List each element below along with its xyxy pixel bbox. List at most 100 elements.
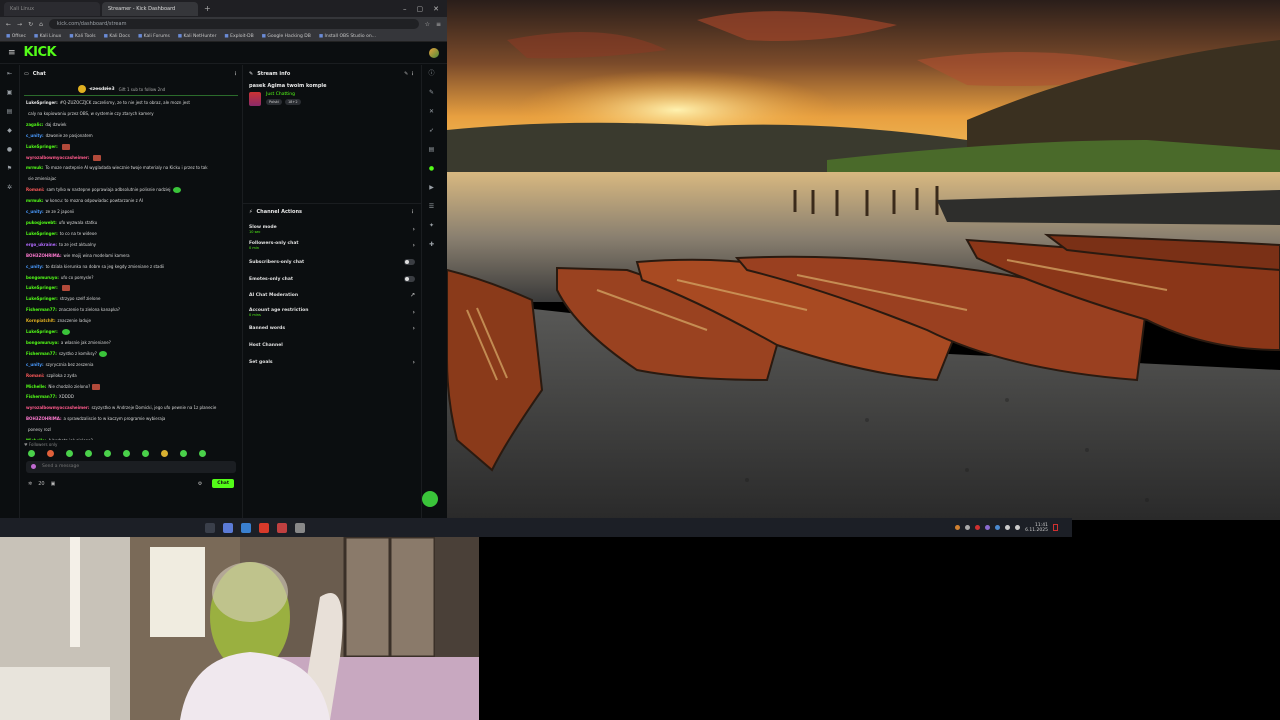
chat-username[interactable]: bongomuruyo:: [26, 275, 59, 280]
toggle-switch[interactable]: [404, 259, 415, 266]
maximize-icon[interactable]: ▢: [417, 5, 424, 13]
chat-message[interactable]: Fisherman77: XDDDD: [24, 392, 238, 403]
channel-action-row[interactable]: Emotes-only chat: [249, 271, 415, 288]
network-icon[interactable]: [1005, 525, 1011, 530]
collapse-icon[interactable]: ⇤: [7, 71, 13, 77]
chat-message[interactable]: LukeSpringer:: [24, 327, 238, 338]
channel-action-row[interactable]: Set goals ›: [249, 354, 415, 371]
files-icon[interactable]: [223, 522, 233, 533]
gift-icon[interactable]: ▣: [51, 481, 56, 487]
minimize-icon[interactable]: –: [403, 5, 407, 13]
chat-username[interactable]: LukeSpringer:: [26, 285, 58, 290]
toggle-switch[interactable]: [404, 276, 415, 283]
tray-icon[interactable]: [955, 525, 961, 530]
chat-message[interactable]: Fisherman77: znaczenie to zielona kanapka…: [24, 305, 238, 316]
chat-username[interactable]: Fisherman77:: [26, 307, 57, 312]
tray-icon[interactable]: [985, 525, 991, 530]
pencil-icon[interactable]: ✎: [429, 90, 435, 96]
close-icon[interactable]: ✕: [433, 5, 439, 13]
emote-icon[interactable]: [180, 449, 187, 457]
app-icon[interactable]: [205, 522, 215, 533]
chat-message[interactable]: c_unity: ze ze 2 japonii: [24, 207, 238, 218]
record-icon[interactable]: [259, 522, 269, 533]
chat-message[interactable]: caly na kopiowaniu przez OBS, w systemie…: [24, 109, 238, 120]
chat-username[interactable]: Fisherman77:: [26, 351, 57, 356]
address-input[interactable]: kick.com/dashboard/stream: [48, 19, 419, 29]
chat-message[interactable]: c_unity: szyrycznia bez zeszenia: [24, 360, 238, 371]
chat-username[interactable]: zagalic:: [26, 122, 43, 127]
browser-tab[interactable]: Kali Linux: [4, 1, 100, 16]
chat-username[interactable]: Fisherman77:: [26, 394, 57, 399]
chat-icon[interactable]: ▤: [7, 109, 13, 115]
kick-logo[interactable]: KICK: [24, 45, 57, 60]
chat-username[interactable]: pukoqjowebt:: [26, 220, 57, 225]
chevron-right-icon[interactable]: ›: [413, 309, 415, 316]
shield-icon[interactable]: ◆: [7, 128, 13, 134]
channel-action-row[interactable]: Followers-only chat 0 min ›: [249, 238, 415, 255]
bookmark[interactable]: Kali Linux: [34, 34, 62, 39]
channel-action-row[interactable]: Slow mode 10 sec ›: [249, 221, 415, 238]
menu-icon[interactable]: ≡: [436, 21, 441, 28]
edit-icon[interactable]: ✎ ⋮: [404, 71, 415, 77]
chat-username[interactable]: LukeSpringer:: [26, 231, 58, 236]
chat-message[interactable]: bongomuruyo: a wlasnie jak zmieniane?: [24, 338, 238, 349]
chat-message[interactable]: sie zmieniajac: [24, 174, 238, 185]
chat-message[interactable]: BOH3ZOHRIMA: wie mojij wina modelami kame…: [24, 251, 238, 262]
chevron-right-icon[interactable]: ›: [413, 242, 415, 249]
chat-username[interactable]: wyrozalbowmyoccasheimer:: [26, 155, 89, 160]
emote-icon[interactable]: [85, 449, 92, 457]
star-icon[interactable]: ☆: [425, 21, 430, 28]
hamburger-icon[interactable]: ≡: [8, 48, 16, 58]
chat-message[interactable]: LukeSpringer: #Q-ZUZOCZJCK zaczelismy, ze…: [24, 98, 238, 109]
more-icon[interactable]: ⋮: [233, 71, 238, 77]
chat-message[interactable]: LukeSpringer:: [24, 142, 238, 153]
channel-action-row[interactable]: AI Chat Moderation ↗: [249, 287, 415, 304]
emote-icon[interactable]: [123, 449, 130, 457]
bookmark[interactable]: Google Hacking DB: [262, 34, 310, 39]
list-icon[interactable]: ☰: [429, 204, 435, 210]
chat-message[interactable]: wyrozalbowmyoccasheimer:: [24, 153, 238, 164]
emote-icon[interactable]: [28, 449, 35, 457]
browser-tab-active[interactable]: Streamer - Kick Dashboard: [102, 1, 198, 16]
tools-icon[interactable]: ✦: [429, 223, 435, 229]
chat-message[interactable]: LukeSpringer:: [24, 283, 238, 294]
user-icon[interactable]: ●: [7, 147, 13, 153]
tray-icon[interactable]: [995, 525, 1001, 530]
emote-icon[interactable]: [66, 449, 73, 457]
home-icon[interactable]: ⌂: [39, 21, 43, 28]
gear-icon[interactable]: ✲: [7, 185, 13, 191]
gear-icon[interactable]: ⚙: [198, 481, 202, 487]
chat-message[interactable]: ergo_ukraine: to ze jest aktualny: [24, 240, 238, 251]
pin-icon[interactable]: ➶: [429, 128, 435, 134]
chat-username[interactable]: LukeSpringer:: [26, 296, 58, 301]
forward-icon[interactable]: →: [17, 21, 22, 28]
chat-username[interactable]: ergo_ukraine:: [26, 242, 57, 247]
chat-username[interactable]: c_unity:: [26, 209, 44, 214]
back-icon[interactable]: ←: [6, 21, 11, 28]
obs-icon[interactable]: [295, 522, 305, 533]
chat-username[interactable]: bongomuruyo:: [26, 340, 59, 345]
chat-username[interactable]: c_unity:: [26, 264, 44, 269]
reload-icon[interactable]: ↻: [28, 21, 33, 28]
info-icon[interactable]: ⓘ: [429, 71, 435, 77]
circle-icon[interactable]: ●: [429, 166, 435, 172]
bookmark[interactable]: Kali Tools: [69, 34, 96, 39]
chat-message[interactable]: ponesy rozl: [24, 425, 238, 436]
chat-username[interactable]: LukeSpringer:: [26, 329, 58, 334]
bookmark[interactable]: Offsec: [6, 34, 26, 39]
chat-username[interactable]: wyrozalbowmyoccasheimer:: [26, 405, 89, 410]
channel-action-row[interactable]: Banned words ›: [249, 321, 415, 338]
tray-icon[interactable]: [975, 525, 981, 530]
bookmark[interactable]: Exploit-DB: [224, 34, 254, 39]
tray-icon[interactable]: [965, 525, 971, 530]
chat-username[interactable]: mrmuk:: [26, 198, 43, 203]
chat-username[interactable]: Michelle:: [26, 384, 46, 389]
avatar[interactable]: [429, 47, 439, 58]
chat-message[interactable]: zagalic: daj dzwiek: [24, 120, 238, 131]
chat-username[interactable]: c_unity:: [26, 133, 44, 138]
pinned-message[interactable]: c̶ze̶s̶dz̶i̶e̶3 Gift 1 sub to follow 2nd: [78, 85, 238, 93]
bookmark[interactable]: Kali NetHunter: [178, 34, 216, 39]
browser-icon[interactable]: [241, 522, 251, 533]
chevron-right-icon[interactable]: ›: [413, 325, 415, 332]
chat-message[interactable]: pukoqjowebt: ufo wyzwala statku: [24, 218, 238, 229]
